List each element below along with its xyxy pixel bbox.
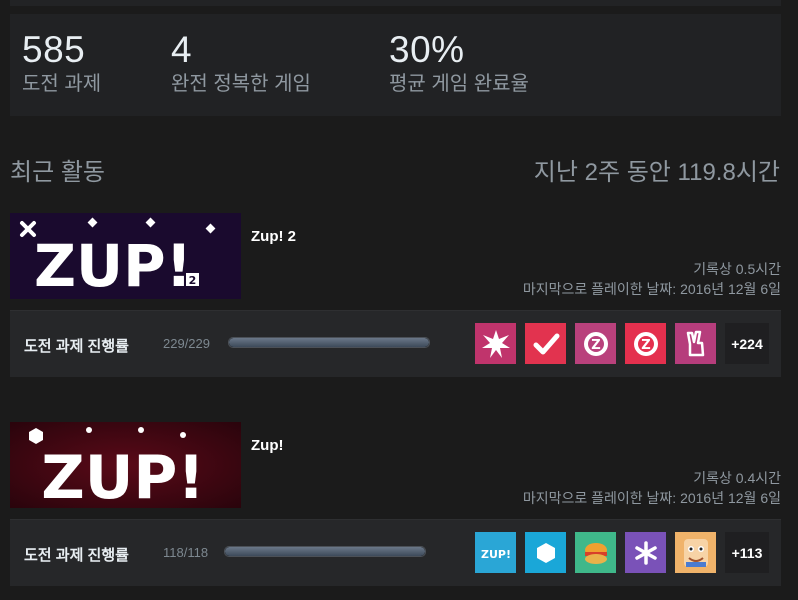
game-name-link[interactable]: Zup! 2	[251, 228, 296, 245]
stat-achievements[interactable]: 585 도전 과제	[22, 30, 101, 96]
achievement-progress-label[interactable]: 도전 과제 진행률	[24, 544, 129, 565]
achievement-progress-fill	[229, 338, 429, 347]
stat-completion-rate: 30% 평균 게임 완료율	[389, 30, 529, 96]
top-panel-edge	[10, 0, 781, 6]
stat-perfect-games[interactable]: 4 완전 정복한 게임	[171, 30, 311, 96]
achievement-icons: ZUP! +113	[475, 532, 769, 573]
zup-logo-icon[interactable]: ZUP!	[475, 532, 516, 573]
game-capsule-image[interactable]: ZUP! 2	[10, 213, 241, 299]
achievement-progress-track	[224, 546, 426, 557]
stat-value: 30%	[389, 29, 465, 70]
stat-label: 도전 과제	[22, 73, 102, 95]
starburst-icon[interactable]	[475, 323, 516, 364]
achievement-progress-bar: 도전 과제 진행률 118/118 ZUP! +113	[10, 519, 781, 586]
hours-on-record: 기록상 0.5시간	[693, 261, 781, 277]
z-coin-red-icon[interactable]: Z	[625, 323, 666, 364]
stat-value: 585	[22, 29, 86, 70]
svg-text:Z: Z	[591, 338, 600, 353]
hours-on-record: 기록상 0.4시간	[693, 470, 781, 486]
achievement-progress-fill	[225, 547, 425, 556]
game-playtime: 기록상 0.5시간 마지막으로 플레이한 날짜: 2016년 12월 6일	[523, 259, 781, 299]
svg-text:ZUP!: ZUP!	[481, 548, 511, 561]
stats-panel: 585 도전 과제 4 완전 정복한 게임 30% 평균 게임 완료율	[10, 14, 781, 116]
achievement-count: 118/118	[163, 545, 209, 560]
peace-hand-icon[interactable]	[675, 323, 716, 364]
game-name-link[interactable]: Zup!	[251, 437, 283, 454]
hexagon-icon[interactable]	[525, 532, 566, 573]
achievement-progress-bar: 도전 과제 진행률 229/229 Z Z +224	[10, 310, 781, 377]
last-played: 마지막으로 플레이한 날짜: 2016년 12월 6일	[522, 490, 781, 506]
achievement-count: 229/229	[163, 336, 210, 351]
recent-activity-summary: 지난 2주 동안 119.8시간	[533, 159, 780, 186]
burger-icon[interactable]	[575, 532, 616, 573]
z-coin-icon[interactable]: Z	[575, 323, 616, 364]
recent-activity-title: 최근 활동	[10, 159, 105, 186]
game-logo-text: ZUP!	[34, 232, 192, 299]
game-capsule-image[interactable]: ZUP!	[10, 422, 241, 508]
achievement-icons: Z Z +224	[475, 323, 769, 364]
asterisk-icon[interactable]	[625, 532, 666, 573]
stat-value: 4	[171, 29, 193, 70]
achievement-progress-track	[228, 337, 430, 348]
achievement-progress-label[interactable]: 도전 과제 진행률	[24, 335, 129, 356]
stat-label: 완전 정복한 게임	[171, 73, 311, 95]
more-achievements-count[interactable]: +113	[725, 532, 769, 573]
stat-label: 평균 게임 완료율	[389, 73, 529, 95]
svg-text:2: 2	[189, 274, 197, 287]
checkmark-icon[interactable]	[525, 323, 566, 364]
svg-text:Z: Z	[641, 338, 650, 353]
last-played: 마지막으로 플레이한 날짜: 2016년 12월 6일	[522, 281, 781, 297]
more-achievements-count[interactable]: +224	[725, 323, 769, 364]
character-icon[interactable]	[675, 532, 716, 573]
game-playtime: 기록상 0.4시간 마지막으로 플레이한 날짜: 2016년 12월 6일	[523, 468, 781, 508]
game-logo-text: ZUP!	[41, 443, 205, 508]
